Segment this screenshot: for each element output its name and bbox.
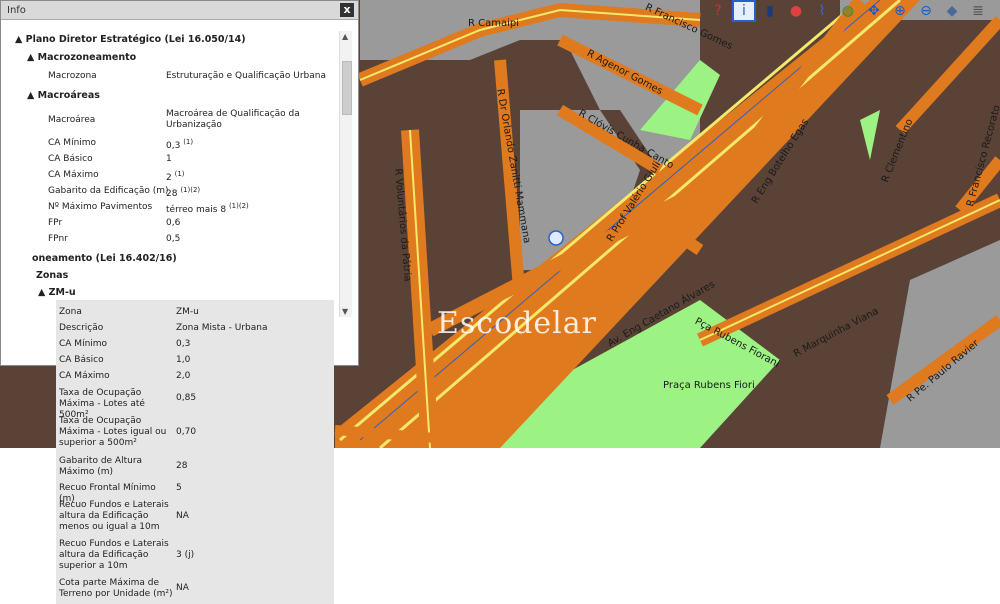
location-pin-icon <box>548 230 564 246</box>
globe-icon[interactable]: ◍ <box>836 0 860 22</box>
section-zoneamento-title[interactable]: oneamento (Lei 16.402/16) <box>32 253 177 264</box>
info-icon[interactable]: i <box>732 0 756 22</box>
measure-icon[interactable]: ⌇ <box>810 0 834 22</box>
stack-icon[interactable]: ≣ <box>966 0 990 22</box>
section-macrozoneamento-title[interactable]: ▲ Macrozoneamento <box>27 52 136 63</box>
map-toolbar: ? i ▮ ● ⌇ ◍ ✥ ⊕ ⊖ ◆ ≣ <box>706 0 990 22</box>
section-plano-title[interactable]: ▲ Plano Diretor Estratégico (Lei 16.050/… <box>15 34 246 45</box>
scroll-thumb[interactable] <box>342 61 352 115</box>
help-icon[interactable]: ? <box>706 0 730 22</box>
zoom-out-icon[interactable]: ⊖ <box>914 0 938 22</box>
info-panel-body[interactable]: ▲ Plano Diretor Estratégico (Lei 16.050/… <box>1 20 341 320</box>
section-zonas-title[interactable]: Zonas <box>36 270 68 281</box>
scrollbar[interactable]: ▲ ▼ <box>339 31 352 317</box>
info-panel-header: Info x <box>1 1 358 20</box>
close-icon[interactable]: x <box>340 3 354 17</box>
street-label: R Camaipi <box>468 18 520 29</box>
scroll-up-icon[interactable]: ▲ <box>342 32 348 41</box>
zm-u-table: Zona ZM-u Descrição Zona Mista - Urbana CA… <box>56 300 334 604</box>
section-macroareas-title[interactable]: ▲ Macroáreas <box>27 90 100 101</box>
section-zmu-title[interactable]: ▲ ZM-u <box>38 287 76 298</box>
route-icon[interactable]: ● <box>784 0 808 22</box>
layers-icon[interactable]: ◆ <box>940 0 964 22</box>
scroll-down-icon[interactable]: ▼ <box>342 307 348 316</box>
watermark: Escodelar <box>437 306 597 341</box>
pan-icon[interactable]: ✥ <box>862 0 886 22</box>
panel-title: Info <box>7 5 26 16</box>
park-label: Praça Rubens Fiori <box>663 380 755 391</box>
chart-icon[interactable]: ▮ <box>758 0 782 22</box>
zoom-in-icon[interactable]: ⊕ <box>888 0 912 22</box>
